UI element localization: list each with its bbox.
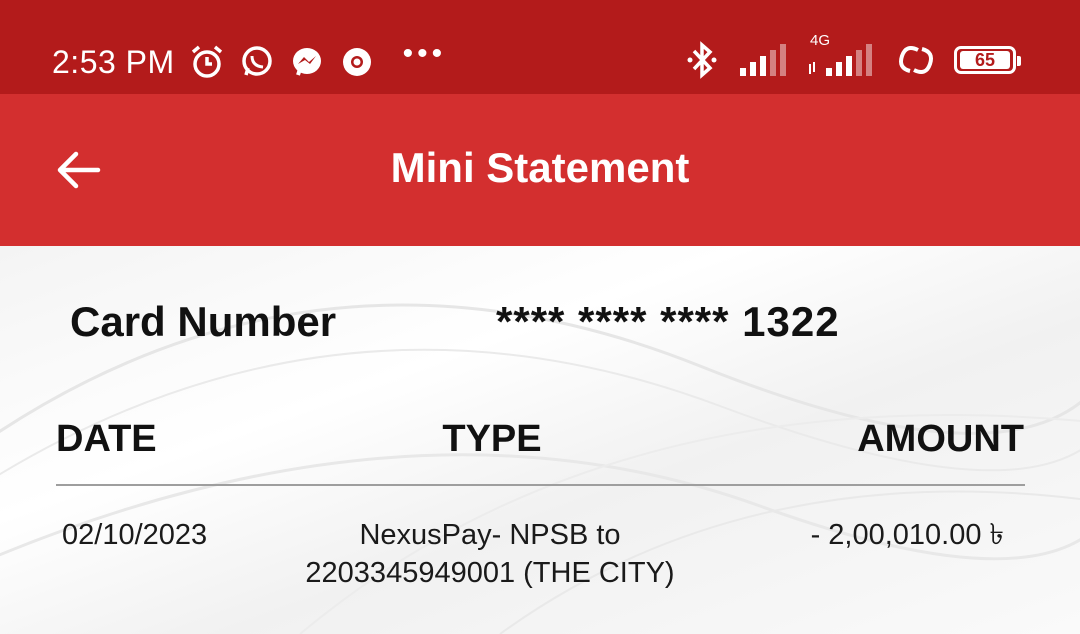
row-type: NexusPay- NPSB to 2203345949001 (THE CIT… <box>305 519 675 589</box>
column-header-amount: AMOUNT <box>857 418 1024 460</box>
battery-level: 65 <box>960 51 1010 69</box>
card-number-value: **** **** **** 1322 <box>496 298 840 345</box>
bluetooth-icon <box>682 40 722 80</box>
header-divider <box>56 484 1025 486</box>
network-type: 4G <box>810 32 831 49</box>
card-number-label: Card Number <box>70 298 337 345</box>
status-left: 2:53 PM ••• <box>52 22 446 102</box>
app-bar: Mini Statement <box>0 94 1080 246</box>
mobile-data-signal-icon: 4G <box>808 32 878 80</box>
status-right: 4G 65 <box>682 32 1021 80</box>
row-date: 02/10/2023 <box>62 519 208 551</box>
column-header-type: TYPE <box>442 418 542 460</box>
row-amount: - 2,00,010.00 ৳ <box>810 519 1004 551</box>
whatsapp-icon <box>237 42 277 82</box>
table-row: 02/10/2023 NexusPay- NPSB to 22033459490… <box>0 516 1080 606</box>
messenger-icon <box>287 42 327 82</box>
page-title: Mini Statement <box>390 144 690 191</box>
signal-icon <box>740 40 790 80</box>
statement-content: Card Number **** **** **** 1322 DATE TYP… <box>0 246 1080 634</box>
alarm-icon <box>187 42 227 82</box>
status-bar: 2:53 PM ••• 4G 65 <box>0 0 1080 94</box>
battery-icon: 65 <box>954 46 1021 74</box>
more-notifications-icon: ••• <box>402 37 447 70</box>
chrome-icon <box>337 42 377 82</box>
status-time: 2:53 PM <box>52 43 175 80</box>
hotspot-link-icon <box>896 40 936 80</box>
